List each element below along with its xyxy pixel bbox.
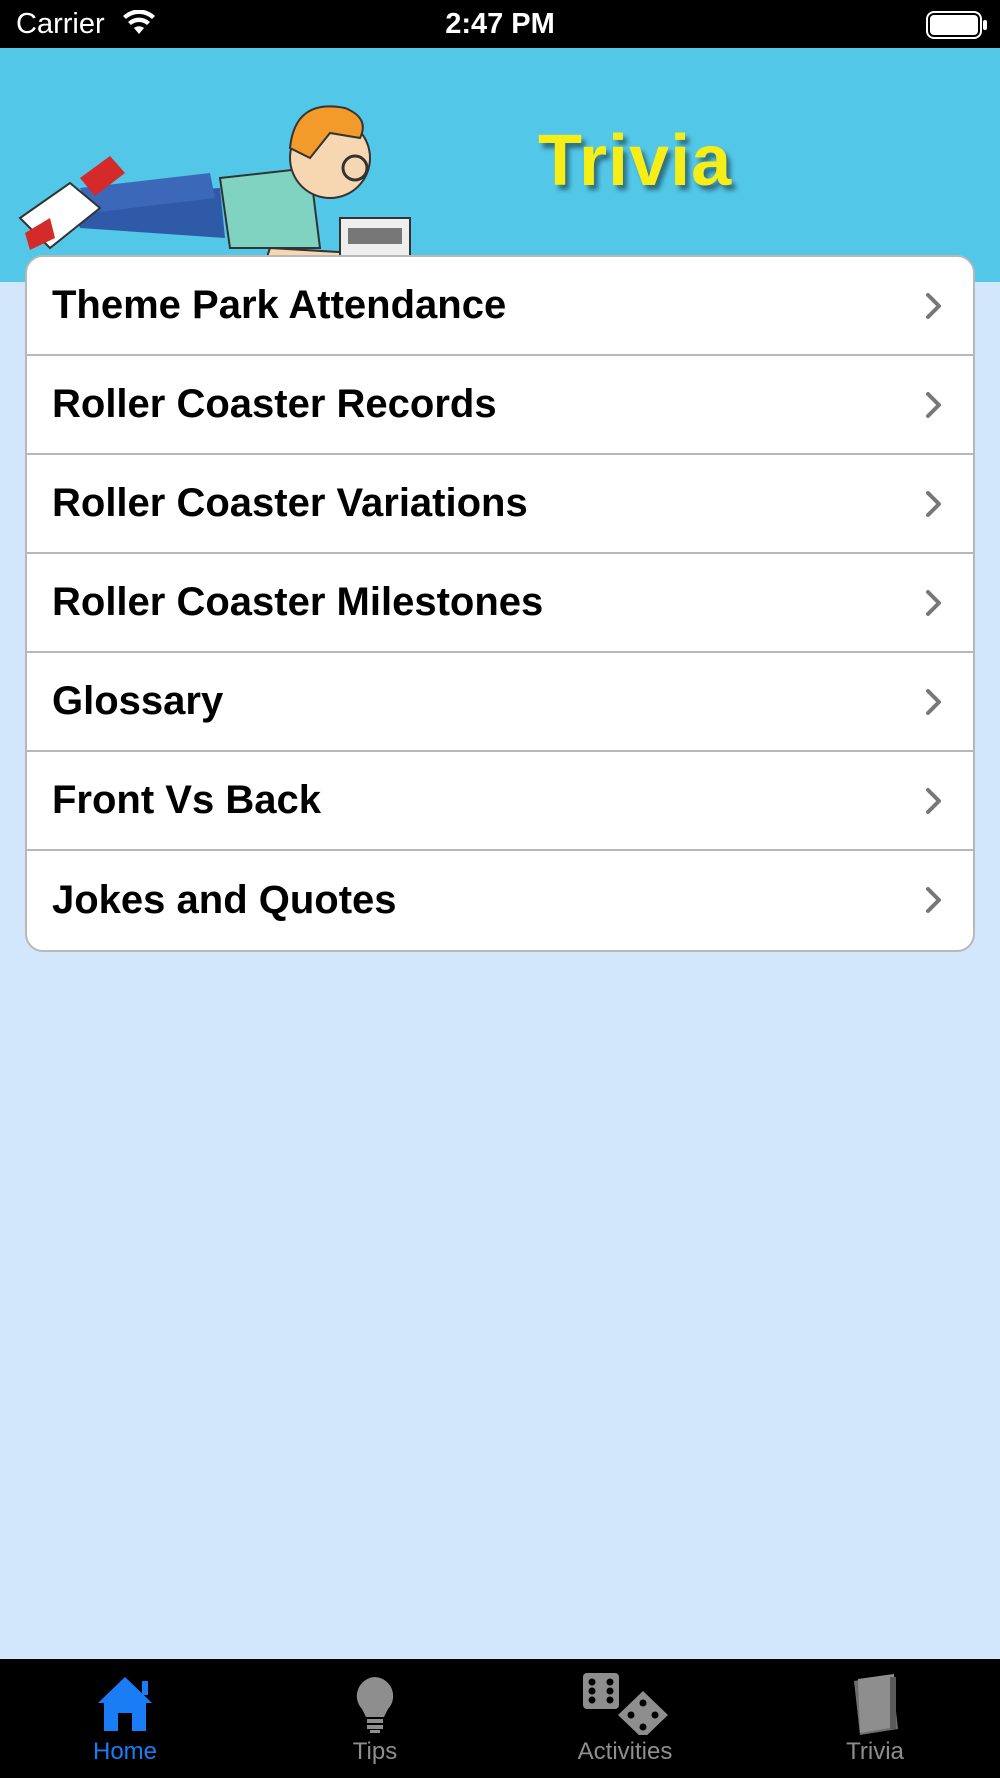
list-item-label: Roller Coaster Records <box>52 382 497 426</box>
list-item-label: Front Vs Back <box>52 778 321 822</box>
list-item-roller-coaster-milestones[interactable]: Roller Coaster Milestones <box>27 554 973 653</box>
tab-bar: Home Tips Activities Trivia <box>0 1659 1000 1778</box>
tab-label: Tips <box>352 1738 398 1765</box>
list-item-label: Roller Coaster Variations <box>52 481 528 525</box>
list-item-theme-park-attendance[interactable]: Theme Park Attendance <box>27 257 973 356</box>
battery-icon <box>926 11 987 39</box>
chevron-right-icon <box>926 887 941 913</box>
list-item-label: Theme Park Attendance <box>52 283 507 327</box>
chevron-right-icon <box>926 590 941 616</box>
header-banner: Trivia <box>0 48 1000 282</box>
status-time: 2:47 PM <box>445 8 555 40</box>
list-item-glossary[interactable]: Glossary <box>27 653 973 752</box>
boy-reading-illustration <box>18 105 411 270</box>
list-item-roller-coaster-variations[interactable]: Roller Coaster Variations <box>27 455 973 554</box>
chevron-right-icon <box>926 293 941 319</box>
status-bar: Carrier 2:47 PM <box>0 0 1000 48</box>
tab-home[interactable]: Home <box>0 1659 250 1778</box>
chevron-right-icon <box>926 392 941 418</box>
chevron-right-icon <box>926 491 941 517</box>
list-item-label: Roller Coaster Milestones <box>52 580 544 624</box>
chevron-right-icon <box>926 788 941 814</box>
tab-activities[interactable]: Activities <box>500 1659 750 1778</box>
book-icon <box>854 1674 898 1735</box>
home-icon <box>98 1677 152 1731</box>
dice-icon <box>583 1673 668 1735</box>
chevron-right-icon <box>926 689 941 715</box>
tab-label: Activities <box>577 1738 673 1765</box>
list-item-label: Glossary <box>52 679 224 723</box>
list-item-front-vs-back[interactable]: Front Vs Back <box>27 752 973 851</box>
list-item-roller-coaster-records[interactable]: Roller Coaster Records <box>27 356 973 455</box>
header-title: Trivia <box>538 121 733 201</box>
list-item-jokes-and-quotes[interactable]: Jokes and Quotes <box>27 851 973 950</box>
tab-label: Home <box>92 1738 158 1765</box>
tab-tips[interactable]: Tips <box>250 1659 500 1778</box>
tab-label: Trivia <box>846 1738 904 1765</box>
trivia-list: Theme Park Attendance Roller Coaster Rec… <box>25 255 975 952</box>
list-item-label: Jokes and Quotes <box>52 878 397 922</box>
lightbulb-icon <box>356 1677 394 1733</box>
tab-trivia[interactable]: Trivia <box>750 1659 1000 1778</box>
